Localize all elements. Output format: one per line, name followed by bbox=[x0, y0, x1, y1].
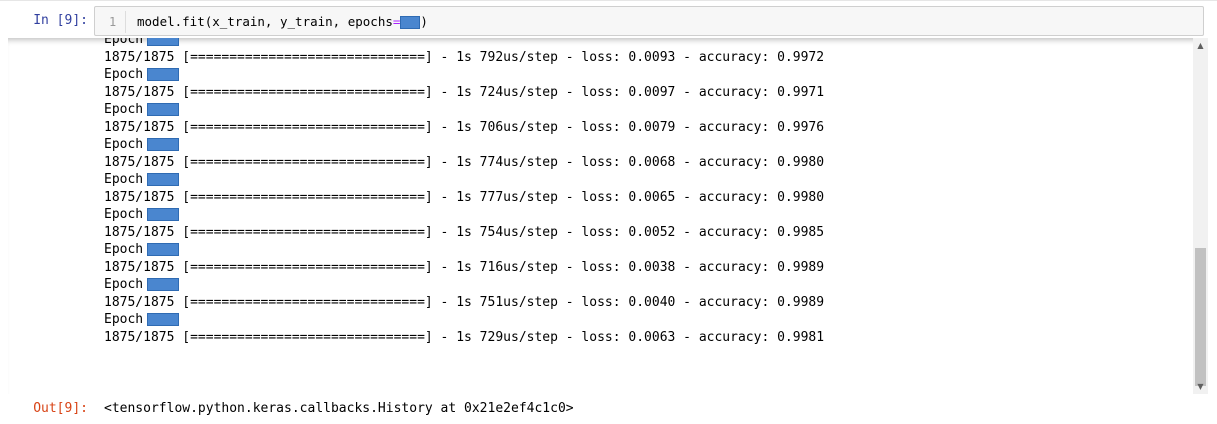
gutter-divider bbox=[125, 11, 126, 33]
code-operator: = bbox=[392, 14, 401, 29]
redacted-epochs-value bbox=[400, 16, 421, 29]
scroll-thumb[interactable] bbox=[1195, 248, 1206, 386]
scroll-down-icon[interactable]: ▼ bbox=[1193, 379, 1208, 394]
redacted-epoch-number bbox=[147, 173, 180, 186]
step-line: 1875/1875 [=============================… bbox=[104, 329, 1184, 347]
epoch-line: Epoch bbox=[104, 276, 1184, 294]
epoch-line: Epoch bbox=[104, 206, 1184, 224]
epoch-label: Epoch bbox=[104, 207, 144, 222]
output-area[interactable]: Epoch 1875/1875 [========================… bbox=[8, 38, 1208, 394]
step-line: 1875/1875 [=============================… bbox=[104, 154, 1184, 172]
redacted-epoch-number bbox=[147, 138, 180, 151]
step-text: 1875/1875 [=============================… bbox=[104, 329, 825, 345]
epoch-line: Epoch bbox=[104, 311, 1184, 329]
epoch-line: Epoch bbox=[104, 241, 1184, 259]
step-line: 1875/1875 [=============================… bbox=[104, 224, 1184, 242]
step-text: 1875/1875 [=============================… bbox=[104, 294, 825, 310]
output-result: <tensorflow.python.keras.callbacks.Histo… bbox=[104, 401, 574, 416]
epoch-label: Epoch bbox=[104, 242, 144, 257]
step-text: 1875/1875 [=============================… bbox=[104, 224, 825, 240]
code-text-after: ) bbox=[420, 14, 428, 29]
epoch-label: Epoch bbox=[104, 172, 144, 187]
epoch-label: Epoch bbox=[104, 67, 144, 82]
step-line: 1875/1875 [=============================… bbox=[104, 84, 1184, 102]
step-line: 1875/1875 [=============================… bbox=[104, 49, 1184, 67]
input-prompt: In [9]: bbox=[33, 13, 88, 28]
code-text-before: model.fit(x_train, y_train, epochs bbox=[137, 14, 393, 29]
redacted-epoch-number bbox=[147, 278, 180, 291]
redacted-epoch-number bbox=[147, 313, 180, 326]
output-scrollbar[interactable]: ▲ ▼ bbox=[1193, 38, 1208, 394]
redacted-epoch-number bbox=[147, 243, 180, 256]
scroll-up-icon[interactable]: ▲ bbox=[1193, 38, 1208, 53]
step-text: 1875/1875 [=============================… bbox=[104, 119, 825, 135]
top-divider bbox=[0, 0, 1217, 1]
notebook-view: In [9]: 1 model.fit(x_train, y_train, ep… bbox=[0, 0, 1217, 424]
step-text: 1875/1875 [=============================… bbox=[104, 84, 825, 100]
training-log: Epoch 1875/1875 [========================… bbox=[104, 38, 1184, 346]
step-line: 1875/1875 [=============================… bbox=[104, 259, 1184, 277]
epoch-line: Epoch bbox=[104, 66, 1184, 84]
code-cell-editor[interactable]: 1 model.fit(x_train, y_train, epochs=) bbox=[94, 6, 1204, 36]
redacted-epoch-number bbox=[147, 68, 180, 81]
epoch-label: Epoch bbox=[104, 38, 144, 47]
step-text: 1875/1875 [=============================… bbox=[104, 259, 825, 275]
step-text: 1875/1875 [=============================… bbox=[104, 189, 825, 205]
step-line: 1875/1875 [=============================… bbox=[104, 189, 1184, 207]
code-line[interactable]: model.fit(x_train, y_train, epochs=) bbox=[137, 14, 428, 30]
epoch-label: Epoch bbox=[104, 102, 144, 117]
output-prompt: Out[9]: bbox=[33, 401, 88, 416]
epoch-label: Epoch bbox=[104, 277, 144, 292]
epoch-line: Epoch bbox=[104, 171, 1184, 189]
redacted-epoch-number bbox=[147, 208, 180, 221]
epoch-line: Epoch bbox=[104, 38, 1184, 49]
line-number: 1 bbox=[109, 15, 117, 29]
step-line: 1875/1875 [=============================… bbox=[104, 294, 1184, 312]
redacted-epoch-number bbox=[147, 103, 180, 116]
step-text: 1875/1875 [=============================… bbox=[104, 49, 825, 65]
redacted-epoch-number bbox=[147, 38, 180, 46]
step-text: 1875/1875 [=============================… bbox=[104, 154, 825, 170]
epoch-line: Epoch bbox=[104, 101, 1184, 119]
epoch-label: Epoch bbox=[104, 137, 144, 152]
epoch-label: Epoch bbox=[104, 312, 144, 327]
epoch-line: Epoch bbox=[104, 136, 1184, 154]
step-line: 1875/1875 [=============================… bbox=[104, 119, 1184, 137]
